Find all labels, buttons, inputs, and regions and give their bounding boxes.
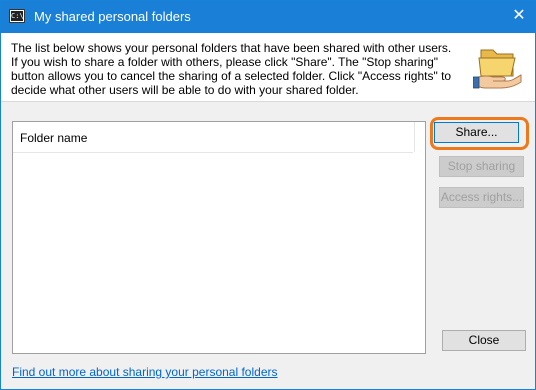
column-header-folder-name[interactable]: Folder name [20,131,87,145]
stop-sharing-button[interactable]: Stop sharing [439,156,524,177]
help-link[interactable]: Find out more about sharing your persona… [12,365,277,379]
shared-folder-hand-icon [473,49,522,89]
list-header: Folder name [13,122,413,153]
shared-folders-list[interactable]: Folder name [12,121,426,354]
close-window-button[interactable]: ✕ [507,5,531,27]
console-icon-glyph: C:\ [11,11,24,21]
column-separator[interactable] [414,122,415,152]
intro-text: The list below shows your personal folde… [11,41,452,97]
dialog-window: C:\ My shared personal folders ✕ The lis… [0,0,536,390]
console-icon: C:\ [9,9,25,23]
close-button[interactable]: Close [442,330,526,351]
access-rights-button[interactable]: Access rights... [439,187,524,208]
window-title: My shared personal folders [34,9,191,24]
header-panel: The list below shows your personal folde… [1,33,535,102]
title-bar[interactable]: C:\ My shared personal folders ✕ [1,1,535,33]
share-button[interactable]: Share... [434,122,519,143]
